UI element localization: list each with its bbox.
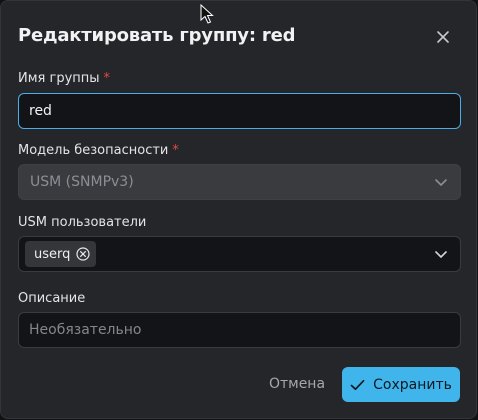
group-name-label: Имя группы * bbox=[18, 71, 110, 86]
save-button-label: Сохранить bbox=[373, 376, 452, 393]
save-button[interactable]: Сохранить bbox=[342, 367, 460, 402]
usm-users-select[interactable]: userq bbox=[18, 236, 461, 272]
circle-close-icon bbox=[76, 247, 90, 261]
group-name-value: red bbox=[29, 103, 52, 119]
security-model-value: USM (SNMPv3) bbox=[30, 174, 134, 190]
security-model-label-text: Модель безопасности bbox=[18, 143, 169, 158]
group-name-label-text: Имя группы bbox=[18, 71, 100, 86]
cancel-button[interactable]: Отмена bbox=[263, 367, 331, 401]
chevron-down-icon bbox=[435, 179, 447, 186]
description-input[interactable] bbox=[19, 313, 460, 347]
remove-chip-button[interactable] bbox=[76, 247, 90, 261]
close-button[interactable] bbox=[432, 26, 454, 48]
security-model-select[interactable]: USM (SNMPv3) bbox=[18, 164, 461, 200]
group-name-input[interactable]: red bbox=[18, 93, 461, 129]
edit-group-dialog: Редактировать группу: red Имя группы * re… bbox=[0, 0, 477, 419]
close-icon bbox=[437, 31, 449, 43]
check-icon bbox=[350, 379, 365, 390]
mouse-cursor-icon bbox=[200, 4, 214, 24]
usm-users-label: USM пользователи bbox=[18, 215, 147, 230]
required-mark: * bbox=[172, 143, 179, 158]
required-mark: * bbox=[103, 71, 111, 86]
dialog-title: Редактировать группу: red bbox=[18, 25, 296, 46]
chevron-down-icon bbox=[435, 251, 447, 258]
description-label: Описание bbox=[18, 291, 86, 306]
description-field bbox=[18, 312, 461, 348]
security-model-label: Модель безопасности * bbox=[18, 143, 179, 158]
user-chip: userq bbox=[25, 241, 97, 267]
user-chip-label: userq bbox=[34, 246, 71, 262]
